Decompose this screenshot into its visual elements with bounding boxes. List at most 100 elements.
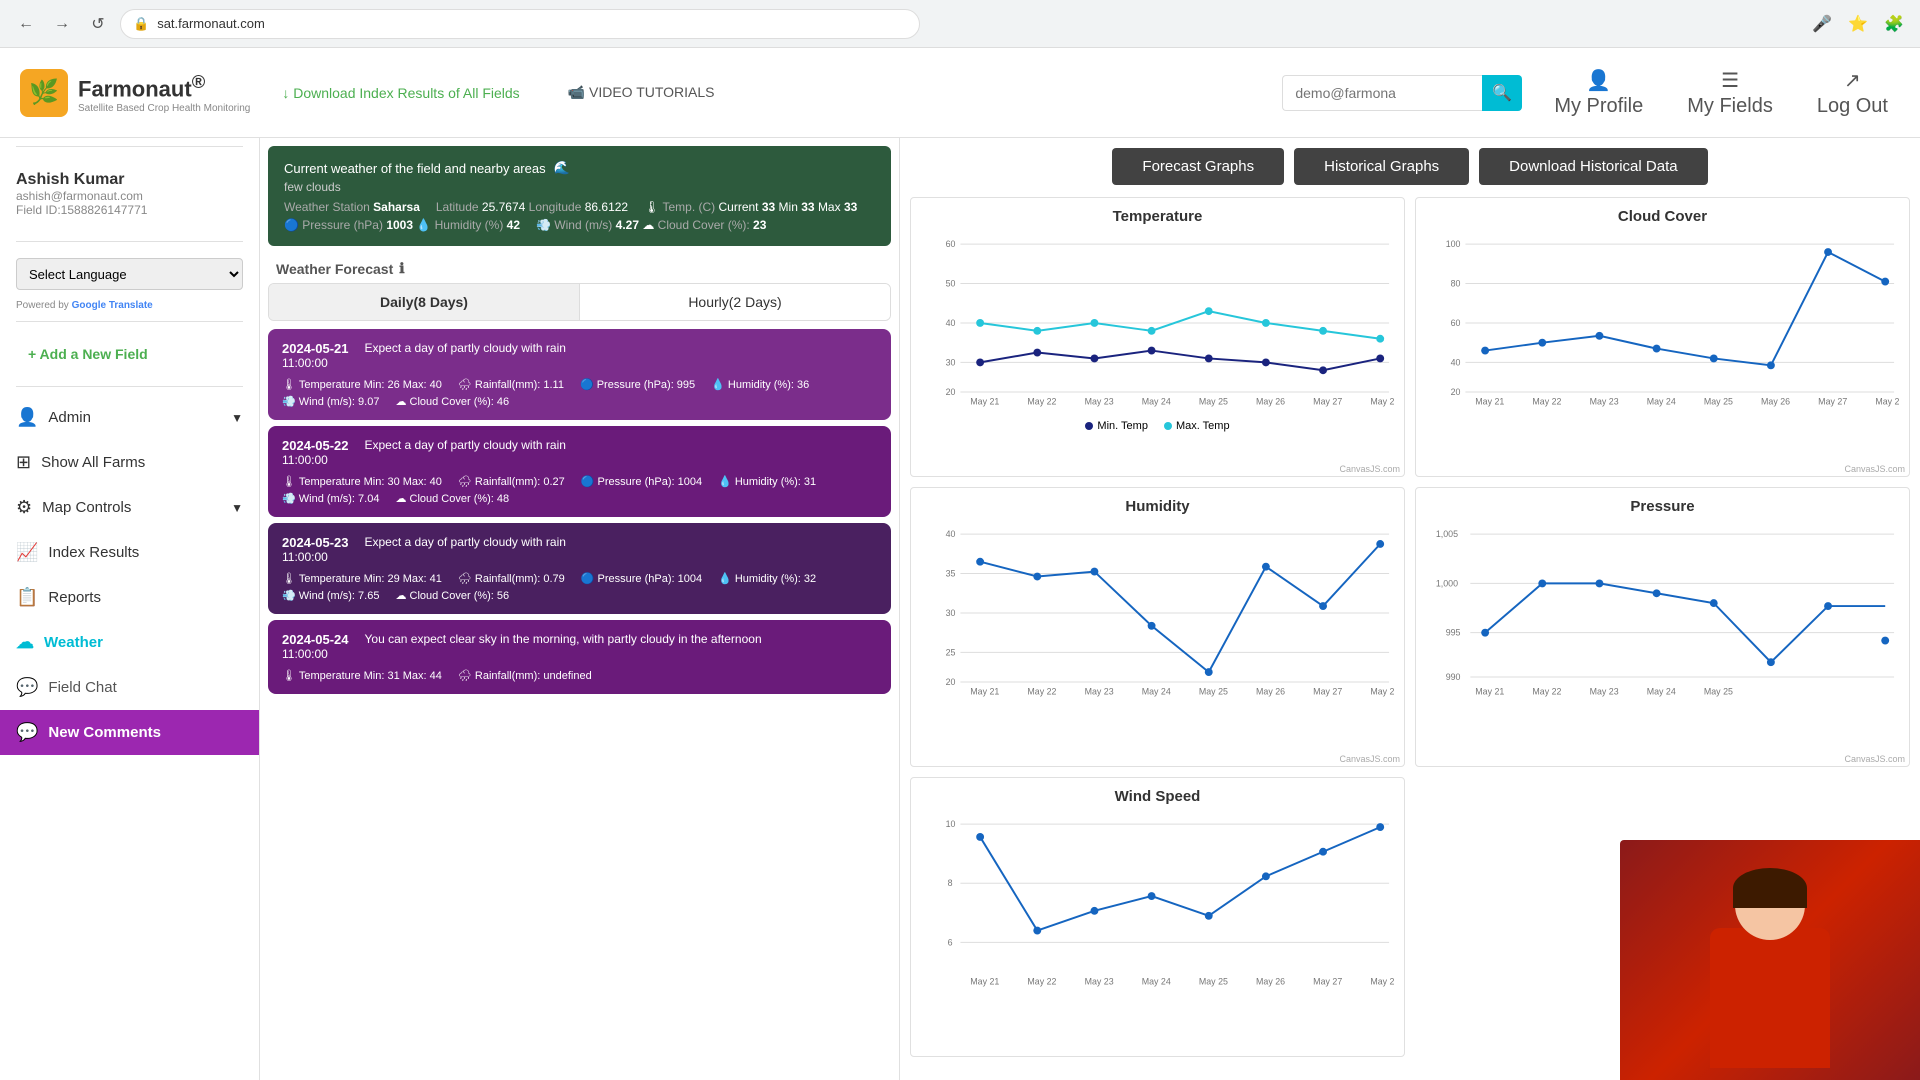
svg-text:35: 35: [946, 569, 956, 579]
sidebar-item-map-controls[interactable]: ⚙ Map Controls ▼: [0, 485, 259, 530]
logo-title: Farmonaut®: [78, 71, 250, 102]
video-tutorials-button[interactable]: 📹 VIDEO TUTORIALS: [552, 76, 731, 109]
add-field-button[interactable]: + Add a New Field: [16, 338, 243, 370]
sidebar-divider-2: [16, 241, 243, 242]
charts-header: Forecast Graphs Historical Graphs Downlo…: [910, 148, 1910, 185]
user-info: Ashish Kumar ashish@farmonaut.com Field …: [0, 155, 259, 233]
svg-text:May 26: May 26: [1256, 397, 1285, 407]
my-fields-button[interactable]: ☰ My Fields: [1675, 64, 1785, 122]
pressure-chart: Pressure 1,005 1,000 995 990: [1415, 487, 1910, 767]
cloud-cover-svg: 100 80 60 40 20: [1426, 231, 1899, 411]
mic-icon[interactable]: 🎤: [1808, 10, 1836, 38]
logout-icon: ↗: [1844, 68, 1861, 93]
index-results-icon: 📈: [16, 542, 38, 563]
address-bar[interactable]: 🔒 sat.farmonaut.com: [120, 9, 920, 39]
extensions-icon[interactable]: 🧩: [1880, 10, 1908, 38]
daily-tab[interactable]: Daily(8 Days): [269, 284, 580, 320]
forecast-tabs: Daily(8 Days) Hourly(2 Days): [268, 283, 891, 321]
back-button[interactable]: ←: [12, 10, 40, 38]
svg-text:100: 100: [1446, 239, 1461, 249]
logo-subtitle: Satellite Based Crop Health Monitoring: [78, 103, 250, 114]
humidity-title: Humidity: [921, 498, 1394, 515]
search-area: 🔍: [1282, 75, 1522, 111]
historical-graphs-button[interactable]: Historical Graphs: [1294, 148, 1469, 185]
temperature-chart-title: Temperature: [921, 208, 1394, 225]
svg-text:May 23: May 23: [1085, 397, 1114, 407]
min-temp-label: Min. Temp: [1097, 420, 1148, 432]
new-comments-icon: 💬: [16, 722, 38, 743]
svg-text:May 27: May 27: [1313, 397, 1342, 407]
forecast-card-0: 2024-05-21 11:00:00 Expect a day of part…: [268, 329, 891, 420]
svg-text:May 24: May 24: [1647, 397, 1676, 407]
max-temp-legend: Max. Temp: [1164, 420, 1230, 432]
pressure-svg: 1,005 1,000 995 990: [1426, 521, 1899, 701]
search-button[interactable]: 🔍: [1482, 75, 1522, 111]
logout-button[interactable]: ↗ Log Out: [1805, 64, 1900, 122]
powered-by: Powered by Google Translate: [0, 298, 259, 313]
svg-text:May 26: May 26: [1256, 687, 1285, 697]
forecast-desc-0: Expect a day of partly cloudy with rain: [365, 341, 566, 370]
sidebar-item-index-results[interactable]: 📈 Index Results: [0, 530, 259, 575]
sidebar-item-field-chat[interactable]: 💬 Field Chat: [0, 665, 259, 710]
svg-text:May 27: May 27: [1818, 397, 1847, 407]
forecast-details-1: 🌡 Temperature Min: 30 Max: 40 🌧 Rainfall…: [282, 475, 877, 505]
forecast-card-2: 2024-05-23 11:00:00 Expect a day of part…: [268, 523, 891, 614]
temperature-legend: Min. Temp Max. Temp: [921, 420, 1394, 432]
svg-text:80: 80: [1451, 279, 1461, 289]
svg-text:May 23: May 23: [1590, 687, 1619, 697]
search-input[interactable]: [1282, 75, 1482, 111]
svg-text:40: 40: [946, 318, 956, 328]
weather-info-card: Current weather of the field and nearby …: [268, 146, 891, 246]
sidebar-divider-top: [16, 146, 243, 147]
svg-text:10: 10: [946, 819, 956, 829]
sidebar-item-reports[interactable]: 📋 Reports: [0, 575, 259, 620]
svg-text:20: 20: [946, 677, 956, 687]
svg-text:May 25: May 25: [1199, 687, 1228, 697]
hourly-tab[interactable]: Hourly(2 Days): [580, 284, 890, 320]
svg-text:May 21: May 21: [970, 977, 999, 987]
forecast-card-1: 2024-05-22 11:00:00 Expect a day of part…: [268, 426, 891, 517]
forecast-graphs-button[interactable]: Forecast Graphs: [1112, 148, 1284, 185]
svg-text:May 28: May 28: [1875, 397, 1899, 407]
logo-area: 🌿 Farmonaut® Satellite Based Crop Health…: [20, 69, 250, 117]
svg-text:995: 995: [1446, 628, 1461, 638]
video-overlay: [1620, 840, 1920, 1080]
svg-text:May 25: May 25: [1199, 977, 1228, 987]
download-historical-button[interactable]: Download Historical Data: [1479, 148, 1707, 185]
reports-label: Reports: [48, 589, 101, 606]
cloud-condition: few clouds: [284, 180, 875, 194]
user-email: ashish@farmonaut.com: [16, 189, 243, 203]
svg-text:May 27: May 27: [1313, 687, 1342, 697]
sidebar-item-weather[interactable]: ☁ Weather: [0, 620, 259, 665]
map-controls-expand-icon: ▼: [231, 501, 243, 515]
person-hair: [1733, 868, 1807, 908]
svg-text:May 21: May 21: [1475, 397, 1504, 407]
forward-button[interactable]: →: [48, 10, 76, 38]
svg-text:1,000: 1,000: [1436, 578, 1458, 588]
language-select[interactable]: Select Language: [16, 258, 243, 290]
svg-text:25: 25: [946, 647, 956, 657]
forecast-date-0: 2024-05-21 11:00:00: [282, 341, 349, 370]
lang-select-area: Select Language: [0, 250, 259, 298]
forecast-details-0: 🌡 Temperature Min: 26 Max: 40 🌧 Rainfall…: [282, 378, 877, 408]
reports-icon: 📋: [16, 587, 38, 608]
bookmark-icon[interactable]: ⭐: [1844, 10, 1872, 38]
wind-speed-svg: 10 8 6: [921, 811, 1394, 991]
google-translate-label: Google Translate: [72, 300, 153, 311]
forecast-date-2: 2024-05-23 11:00:00: [282, 535, 349, 564]
sidebar-item-admin[interactable]: 👤 Admin ▼: [0, 395, 259, 440]
svg-text:May 28: May 28: [1370, 397, 1394, 407]
lock-icon: 🔒: [133, 16, 149, 32]
user-field-id: Field ID:1588826147771: [16, 203, 243, 217]
sidebar-item-new-comments[interactable]: 💬 New Comments: [0, 710, 259, 755]
sidebar-item-show-all-farms[interactable]: ⊞ Show All Farms: [0, 440, 259, 485]
my-profile-button[interactable]: 👤 My Profile: [1542, 64, 1655, 122]
svg-text:May 21: May 21: [970, 397, 999, 407]
forecast-date-3: 2024-05-24 11:00:00: [282, 632, 349, 661]
download-index-button[interactable]: ↓ Download Index Results of All Fields: [270, 77, 531, 109]
weather-info-icon: 🌊: [554, 160, 570, 176]
forecast-desc-3: You can expect clear sky in the morning,…: [365, 632, 762, 661]
cloud-cover-title: Cloud Cover: [1426, 208, 1899, 225]
refresh-button[interactable]: ↺: [84, 10, 112, 38]
logout-label: Log Out: [1817, 95, 1888, 118]
